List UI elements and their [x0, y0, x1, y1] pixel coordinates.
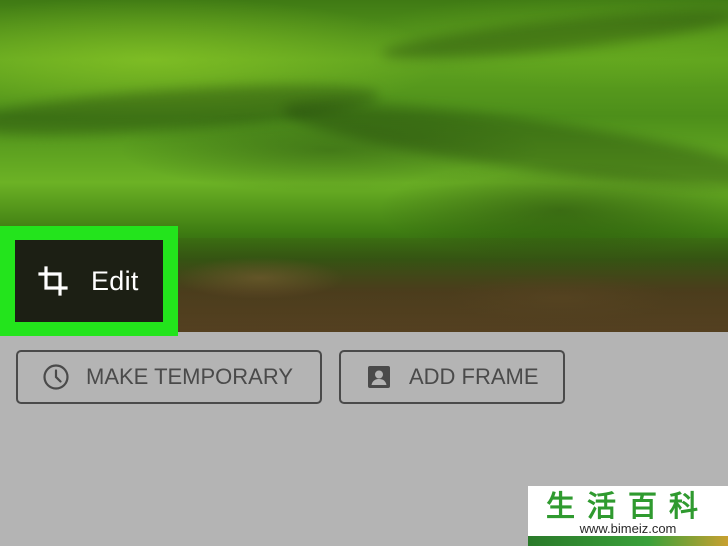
- watermark-logo: 生活百科 www.bimeiz.com: [528, 486, 728, 546]
- portrait-frame-icon: [368, 366, 390, 388]
- crop-icon: [38, 266, 68, 296]
- edit-photo-button[interactable]: Edit: [15, 240, 163, 322]
- edit-label: Edit: [91, 265, 139, 296]
- add-frame-button[interactable]: ADD FRAME: [339, 350, 565, 404]
- add-frame-label: ADD FRAME: [409, 364, 539, 389]
- shadow-streak: [379, 1, 728, 69]
- make-temporary-label: MAKE TEMPORARY: [86, 364, 294, 389]
- watermark-stripe: [528, 536, 728, 546]
- watermark-brand-text: 生活百科: [546, 489, 710, 523]
- clock-icon: [43, 364, 69, 390]
- watermark-url-text: www.bimeiz.com: [579, 521, 677, 536]
- shadow-streak: [278, 85, 728, 205]
- make-temporary-button[interactable]: MAKE TEMPORARY: [16, 350, 322, 404]
